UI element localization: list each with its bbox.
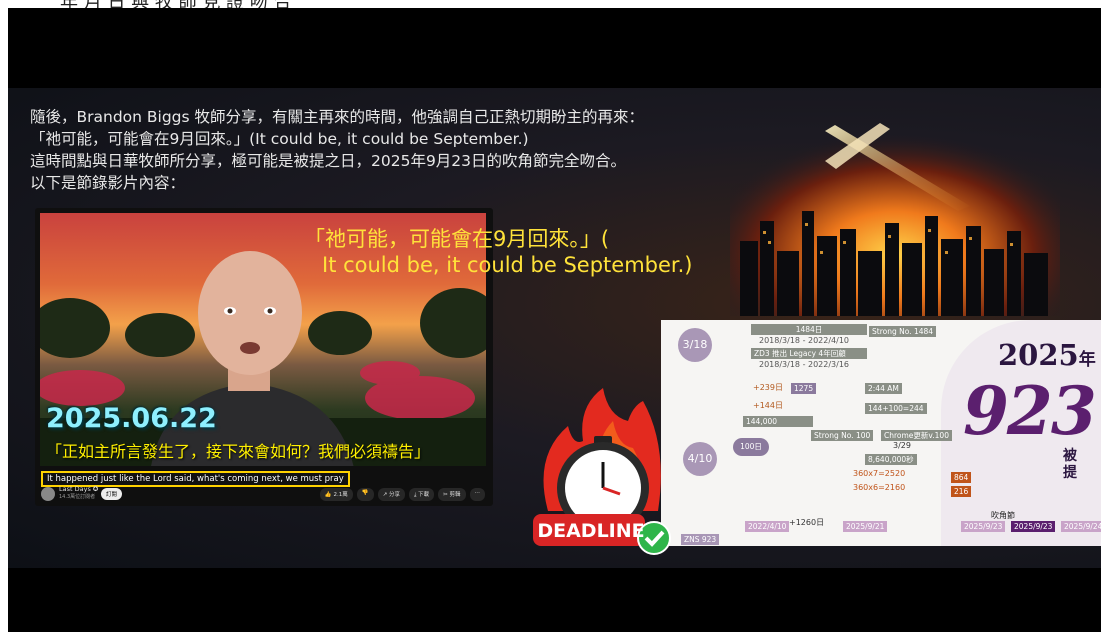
date-20250923: 2025/9/23 (961, 521, 1006, 532)
rapture-label: 被提 (1063, 448, 1077, 481)
highlighted-quote: 「祂可能，可能會在9月回來。」( It could be, it could b… (304, 226, 692, 278)
clipped-page-heading: 年 月 日 與 牧 師 見 證 吻 合 (0, 0, 1109, 8)
value-1275: 1275 (791, 383, 817, 394)
burning-city-illustration (730, 111, 1060, 316)
video-actions: 👍 2.1萬 👎 ↗ 分享 ⤓ 下載 ✂ 剪輯 ⋯ (319, 488, 485, 501)
deadline-label: DEADLINE (537, 520, 645, 542)
channel-avatar[interactable] (41, 487, 55, 501)
value-864: 864 (951, 472, 972, 483)
clipped-heading-text: 年 月 日 與 牧 師 見 證 吻 合 (60, 0, 292, 8)
trumpets-label: 吹角節 (991, 511, 1015, 520)
chrome-label: Chrome更新v.100 (881, 430, 952, 441)
time-244: 2:44 AM (865, 383, 902, 394)
strong-100-label: Strong No. 100 (811, 430, 874, 441)
value-144000: 144,000 (743, 416, 813, 427)
plus-1260-label: +1260日 (789, 518, 825, 527)
year-2025: 2025年 (998, 338, 1096, 372)
date-923: 923 (963, 372, 1097, 450)
subscribe-button[interactable]: 訂閱 (101, 488, 123, 500)
intro-line: 隨後，Brandon Biggs 牧師分享，有關主再來的時間，他強調自己正熱切期… (30, 108, 645, 126)
zns-label: ZNS 923 (681, 534, 720, 545)
year-number: 2025 (998, 338, 1079, 372)
channel-subscriber-count: 14.3萬位訂閱者 (59, 494, 96, 500)
intro-line: 這時間點與日華牧師所分享，極可能是被提之日，2025年9月23日的吹角節完全吻合… (30, 152, 627, 170)
video-player[interactable]: 隨後，Brandon Biggs 牧師分享，有關主再來的時間，他強調自己正熱切期… (8, 8, 1101, 632)
year-suffix: 年 (1078, 350, 1096, 370)
quote-english: It could be, it could be September.) (322, 253, 693, 277)
value-216: 216 (951, 486, 972, 497)
mid-date-circle: 4/10 (683, 442, 717, 476)
like-button[interactable]: 👍 2.1萬 (319, 488, 353, 501)
range-label: 2018/3/18 - 2022/4/10 (759, 336, 850, 345)
date-20220410: 2022/4/10 (745, 521, 790, 532)
intro-text-block: 隨後，Brandon Biggs 牧師分享，有關主再來的時間，他強調自己正熱切期… (30, 106, 644, 194)
video-chinese-subtitle: 「正如主所言發生了，接下來會如何？我們必須禱告」 (46, 442, 431, 461)
bar-1484-days: 1484日 (751, 324, 867, 335)
intro-line: 「祂可能，可能會在9月回來。」(It could be, it could be… (30, 130, 529, 148)
share-button[interactable]: ↗ 分享 (377, 488, 405, 501)
date-20250924: 2025/9/24 (1061, 521, 1101, 532)
intro-line: 以下是節錄影片內容： (30, 174, 186, 192)
timeline-infographic: 3/18 4/10 1484日 2018/3/18 - 2022/4/10 St… (661, 320, 1101, 546)
video-date-overlay: 2025.06.22 (46, 403, 217, 434)
download-button[interactable]: ⤓ 下載 (408, 488, 435, 501)
calc-2160: 360x6=2160 (853, 483, 906, 492)
days-100-badge: 100日 (733, 438, 769, 456)
strong-1484-label: Strong No. 1484 (869, 326, 937, 337)
date-20250921: 2025/9/21 (843, 521, 888, 532)
plus-239-label: +239日 (753, 383, 783, 392)
calc-2520: 360x7=2520 (853, 469, 906, 478)
plus-144-label: +144日 (753, 401, 783, 410)
start-date-circle: 3/18 (678, 328, 712, 362)
more-icon[interactable]: ⋯ (469, 488, 485, 501)
date-329: 3/29 (893, 441, 911, 450)
youtube-action-bar: Last Days ✪ 14.3萬位訂閱者 訂閱 👍 2.1萬 👎 ↗ 分享 ⤓… (41, 485, 487, 503)
channel-name[interactable]: Last Days ✪ (59, 485, 98, 493)
range-label: 2018/3/18 - 2022/3/16 (759, 360, 850, 369)
date-20250923-highlight: 2025/9/23 (1011, 521, 1056, 532)
dislike-button[interactable]: 👎 (356, 488, 374, 501)
seconds-label: 8,640,000秒 (865, 454, 917, 465)
quote-chinese: 「祂可能，可能會在9月回來。」( (304, 227, 610, 251)
calc-144: 144+100=244 (865, 403, 927, 414)
zd3-bar: ZD3 推出 Legacy 4年回顧 (751, 348, 867, 359)
clip-button[interactable]: ✂ 剪輯 (438, 488, 466, 501)
